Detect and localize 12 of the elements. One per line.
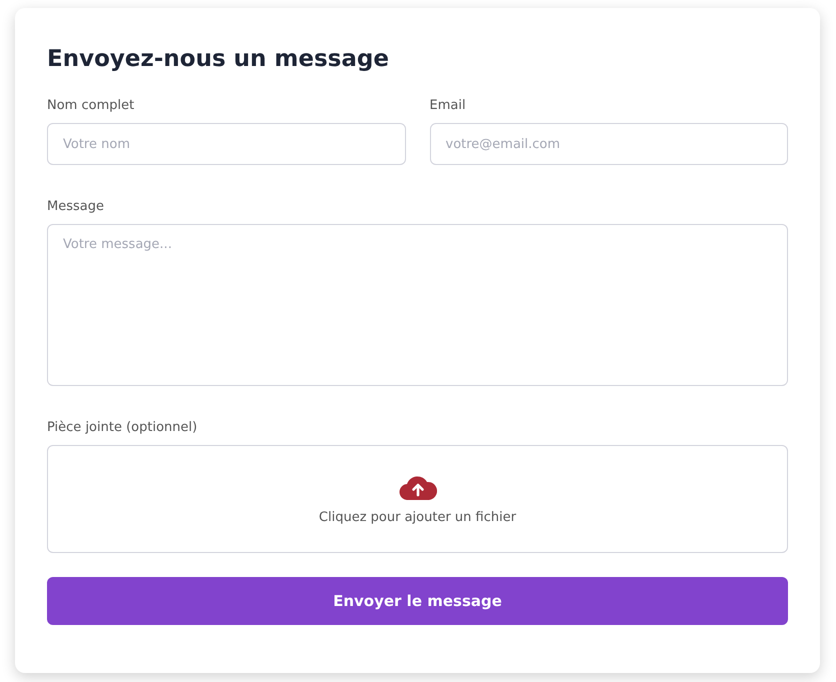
input-field[interactable]: votre@email.com [430,123,788,165]
field-label: Email [430,98,467,113]
form-title: Envoyez-nous un message [47,46,390,72]
file-dropzone[interactable]: Cliquez pour ajouter un fichier [47,445,788,553]
input-field[interactable]: Votre nom [47,123,406,165]
field-label: Nom complet [47,98,136,113]
cloud-upload-icon [398,474,436,500]
field-label: Message [47,199,105,214]
message-field[interactable]: Votre message... [47,224,788,386]
submit-button[interactable]: Envoyer le message [47,577,788,625]
field-label: Pièce jointe (optionnel) [47,420,198,435]
dropzone-hint: Cliquez pour ajouter un fichier [318,510,516,524]
